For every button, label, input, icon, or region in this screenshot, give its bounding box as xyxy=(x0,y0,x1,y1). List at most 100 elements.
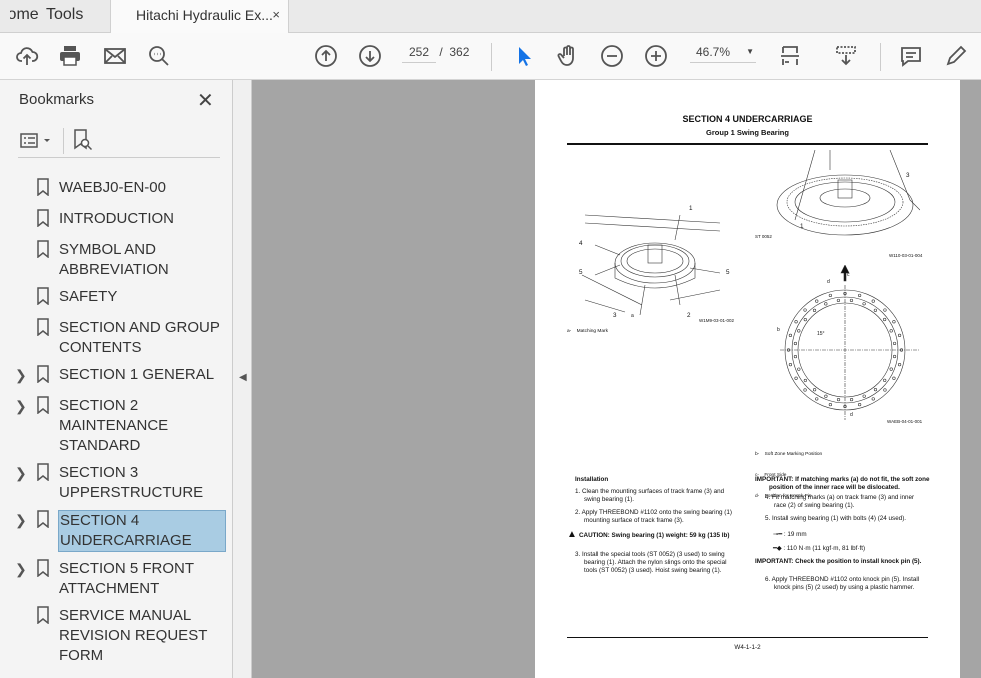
bookmark-label: SECTION 2 MAINTENANCE STANDARD xyxy=(59,397,169,454)
step-6: 6. Apply THREEBOND #1102 onto knock pin … xyxy=(765,576,920,591)
legend-item: b- Soft Zone Marking Position xyxy=(755,452,823,457)
print-icon[interactable] xyxy=(57,43,83,69)
bookmarks-panel: Bookmarks ✕ WAEBJ0-EN-00 INTRODUCTION SY… xyxy=(0,80,233,678)
bookmark-item[interactable]: INTRODUCTION xyxy=(0,207,233,238)
zoom-in-icon[interactable] xyxy=(643,43,669,69)
bookmark-label: SAFETY xyxy=(59,288,118,305)
upload-cloud-icon[interactable] xyxy=(14,43,40,69)
fig3-label: 15° xyxy=(817,331,825,337)
warning-icon: ▲ xyxy=(567,529,577,540)
page-number-input[interactable]: 252 xyxy=(402,45,436,63)
chevron-down-icon: ▼ xyxy=(746,47,754,56)
bolt-hole xyxy=(883,388,887,392)
chevron-right-icon[interactable]: ❯ xyxy=(0,559,36,599)
bolt-hole xyxy=(892,354,897,359)
close-icon[interactable]: ✕ xyxy=(197,88,214,113)
bookmark-label: INTRODUCTION xyxy=(59,210,174,227)
bolt-hole xyxy=(803,308,807,312)
fig1-label: 1 xyxy=(689,205,693,212)
bolt-hole xyxy=(858,293,862,298)
comment-icon[interactable] xyxy=(898,43,924,69)
scroll-mode-icon[interactable] xyxy=(833,43,859,69)
bookmark-item[interactable]: SYMBOL AND ABBREVIATION xyxy=(0,238,233,285)
footer-rule xyxy=(567,637,928,638)
bookmark-item[interactable]: ❯ SECTION 1 GENERAL xyxy=(0,363,233,394)
bolt-hole xyxy=(883,308,887,312)
bolt-hole xyxy=(889,329,893,333)
bolt-hole xyxy=(892,376,896,380)
tab-tools[interactable]: Tools xyxy=(46,0,83,33)
tab-bar: Home Tools Hitachi Hydraulic Ex... × xyxy=(0,0,981,34)
fig1-legend: a- Matching Mark xyxy=(567,329,609,334)
zoom-level-dropdown[interactable]: 46.7% ▼ xyxy=(690,45,756,63)
bookmark-item[interactable]: ❯ SECTION 5 FRONT ATTACHMENT xyxy=(0,557,233,604)
panel-splitter[interactable]: ◀ xyxy=(233,80,252,678)
close-tab-icon[interactable]: × xyxy=(272,0,280,30)
collapse-panel-icon[interactable]: ◀ xyxy=(239,372,247,383)
bolt-hole xyxy=(862,302,866,306)
search-icon[interactable] xyxy=(146,43,172,69)
bookmark-label: WAEBJ0-EN-00 xyxy=(59,179,166,196)
bolt-hole xyxy=(828,293,832,298)
draw-pen-icon[interactable] xyxy=(943,43,969,69)
bearing-top-view-figure xyxy=(780,265,920,420)
important-note-1: IMPORTANT: If matching marks (a) do not … xyxy=(755,476,930,491)
bolt-hole xyxy=(883,317,887,322)
chevron-right-icon[interactable]: ❯ xyxy=(0,510,36,552)
heading-rule xyxy=(567,143,928,145)
previous-page-icon[interactable] xyxy=(313,43,339,69)
chevron-right-icon[interactable]: ❯ xyxy=(0,463,36,503)
bookmark-icon xyxy=(36,365,58,389)
bookmark-icon xyxy=(36,559,58,599)
next-page-icon[interactable] xyxy=(357,43,383,69)
chevron-right-icon[interactable]: ❯ xyxy=(0,396,36,456)
tab-home[interactable]: Home xyxy=(10,0,39,33)
bookmark-item[interactable]: SAFETY xyxy=(0,285,233,316)
fig3-label: d xyxy=(850,412,853,418)
bolt-hole xyxy=(828,402,832,407)
fig2-code: W110-03-01-004 xyxy=(889,253,923,258)
bookmark-label: SECTION 5 FRONT ATTACHMENT xyxy=(59,560,194,597)
hand-tool-icon[interactable] xyxy=(555,43,581,69)
bolt-hole xyxy=(788,333,793,337)
bolt-hole xyxy=(849,298,854,303)
options-list-icon[interactable] xyxy=(20,132,54,150)
bookmark-item[interactable]: ❯ SECTION 2 MAINTENANCE STANDARD xyxy=(0,394,233,461)
fig1-label: 3 xyxy=(613,312,617,319)
page-fit-icon[interactable] xyxy=(778,43,804,69)
bookmark-item[interactable]: SECTION AND GROUP CONTENTS xyxy=(0,316,233,363)
bolt-hole xyxy=(892,341,897,346)
fig1-label: 2 xyxy=(687,312,691,319)
fig1-label: 4 xyxy=(579,240,583,247)
bookmark-icon xyxy=(36,510,58,552)
bookmark-item[interactable]: ❯ SECTION 4 UNDERCARRIAGE xyxy=(0,508,233,557)
chevron-right-icon[interactable]: ❯ xyxy=(0,365,36,389)
bookmark-item[interactable]: WAEBJ0-EN-00 xyxy=(0,176,233,207)
wrench-spec: ⊸━ : 19 mm xyxy=(773,531,807,539)
bookmark-icon xyxy=(36,240,58,280)
tab-document[interactable]: Hitachi Hydraulic Ex... × xyxy=(110,0,289,34)
torque-value: : 110 N·m (11 kgf·m, 81 lbf·ft) xyxy=(783,545,866,552)
bookmark-item[interactable]: ❯ SECTION 3 UPPERSTRUCTURE xyxy=(0,461,233,508)
vertical-scrollbar[interactable] xyxy=(960,80,981,678)
zoom-out-icon[interactable] xyxy=(599,43,625,69)
bolt-hole xyxy=(793,341,798,346)
bookmark-label: SECTION 3 UPPERSTRUCTURE xyxy=(59,464,204,501)
caution-text: CAUTION: Swing bearing (1) weight: 59 kg… xyxy=(579,532,730,539)
find-bookmark-icon[interactable] xyxy=(72,128,94,152)
bolt-hole xyxy=(824,394,828,398)
step-2: 2. Apply THREEBOND #1102 onto the swing … xyxy=(575,509,732,524)
bookmark-label: SECTION 1 GENERAL xyxy=(59,366,215,383)
section-heading: SECTION 4 UNDERCARRIAGE xyxy=(682,114,813,124)
bolt-hole xyxy=(788,363,793,367)
group-heading: Group 1 Swing Bearing xyxy=(706,128,789,137)
bolt-hole xyxy=(793,354,798,359)
bookmark-item[interactable]: SERVICE MANUAL REVISION REQUEST FORM xyxy=(0,604,233,671)
email-icon[interactable] xyxy=(102,43,128,69)
select-cursor-icon[interactable] xyxy=(511,43,537,69)
fig3-code: WAEB-04-01-001 xyxy=(887,419,923,424)
